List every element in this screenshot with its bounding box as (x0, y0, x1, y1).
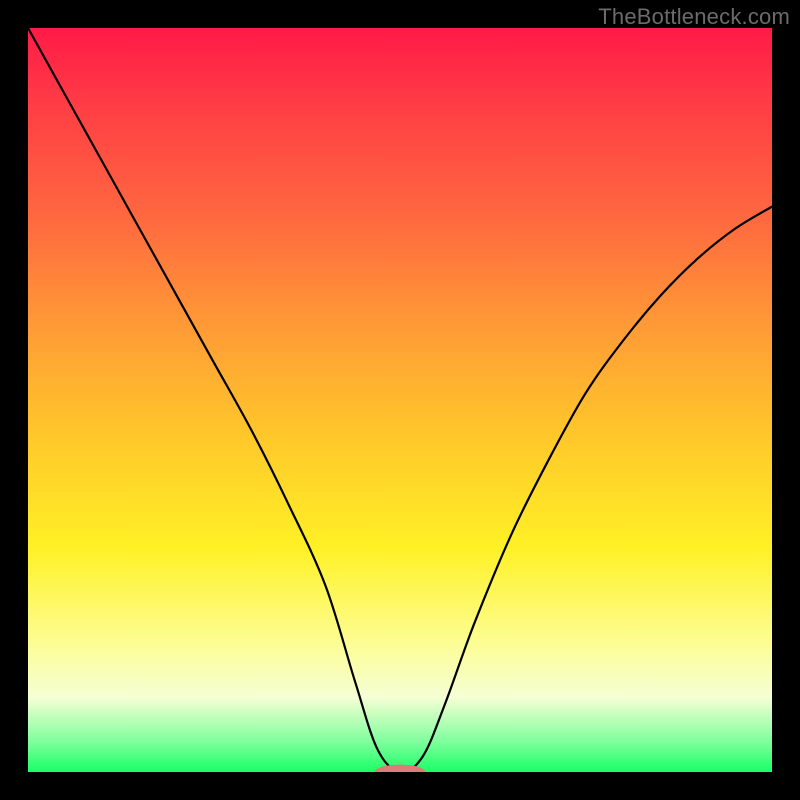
plot-area (28, 28, 772, 772)
curve-layer (28, 28, 772, 772)
chart-frame: TheBottleneck.com (0, 0, 800, 800)
watermark-text: TheBottleneck.com (598, 4, 790, 30)
optimal-point-marker (375, 765, 426, 772)
bottleneck-curve (28, 28, 772, 772)
